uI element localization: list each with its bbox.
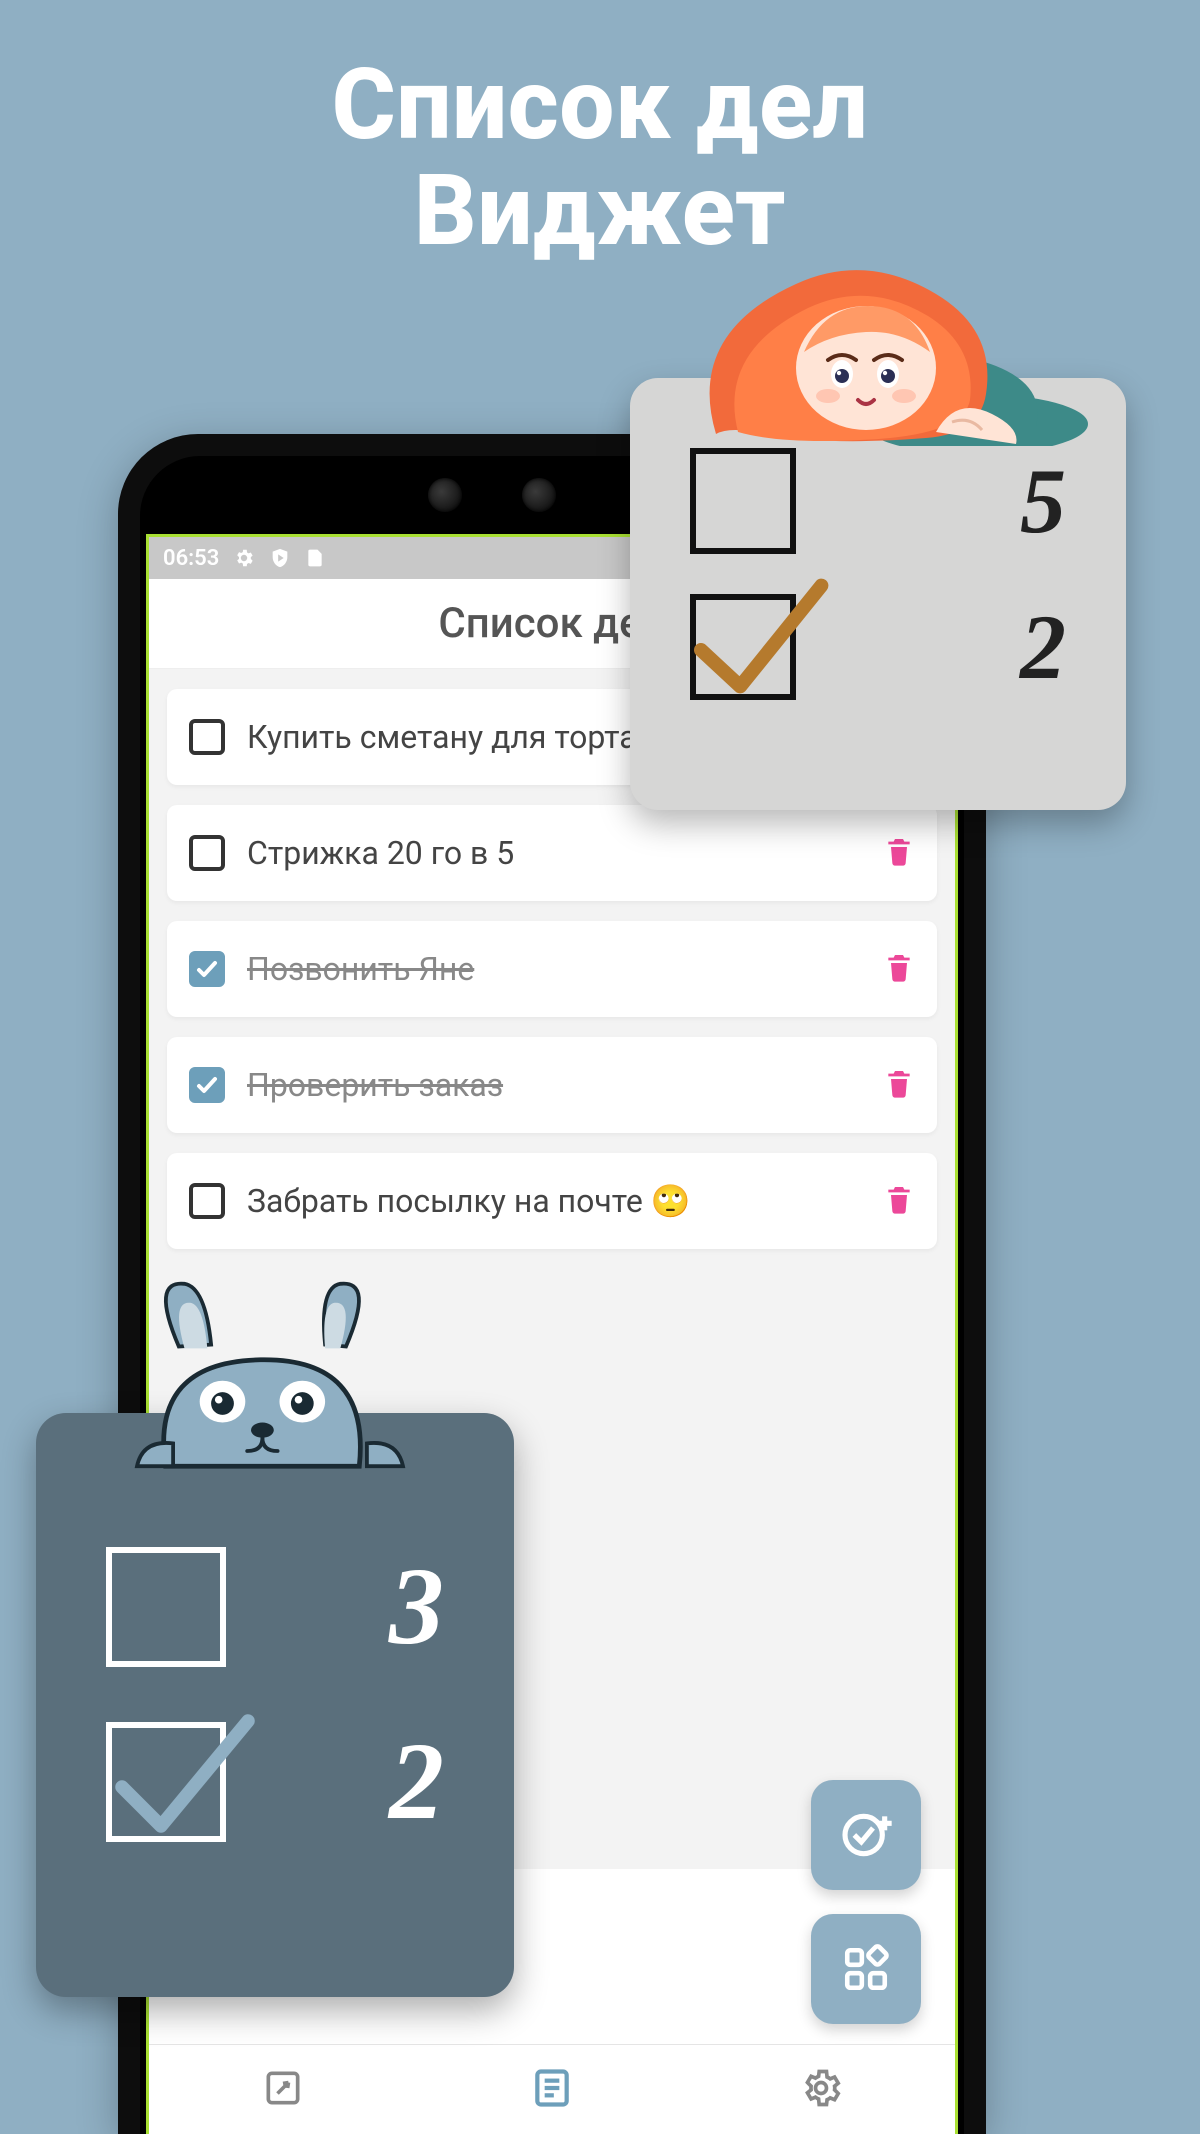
task-row[interactable]: Забрать посылку на почте 🙄 [167,1153,937,1249]
hero-title: Список дел Виджет [0,52,1200,264]
status-time: 06:53 [163,546,219,571]
bottom-nav [149,2044,955,2134]
checkbox-empty-icon [690,448,796,554]
gear-icon [233,547,255,569]
task-row[interactable]: Проверить заказ [167,1037,937,1133]
task-row[interactable]: Позвонить Яне [167,921,937,1017]
widget-dark-row-checked: 2 [106,1718,444,1845]
task-text: Проверить заказ [247,1066,861,1104]
task-text: Забрать посылку на почте 🙄 [247,1182,861,1220]
checkbox-checked-icon [106,1722,226,1842]
task-text: Позвонить Яне [247,950,861,988]
add-task-fab[interactable] [811,1780,921,1890]
task-text: Стрижка 20 го в 5 [247,834,861,872]
widget-light-row-checked: 2 [690,594,1066,700]
widget-light-unchecked-count: 5 [1020,448,1066,554]
nav-edit[interactable] [261,2066,305,2114]
shield-play-icon [269,547,291,569]
fab-column [811,1780,921,2024]
widget-dark-unchecked-count: 3 [389,1543,444,1670]
trash-icon[interactable] [883,1065,915,1105]
checkbox-empty-icon [106,1547,226,1667]
checkbox-unchecked-icon[interactable] [189,719,225,755]
trash-icon[interactable] [883,1181,915,1221]
nav-settings[interactable] [799,2066,843,2114]
checkbox-unchecked-icon[interactable] [189,1183,225,1219]
checkbox-checked-icon [690,594,796,700]
widget-dark-row-unchecked: 3 [106,1543,444,1670]
checkbox-checked-icon[interactable] [189,1067,225,1103]
widget-dark[interactable]: 3 2 [36,1413,514,1997]
nav-list[interactable] [530,2066,574,2114]
hero-title-line1: Список дел [0,52,1200,158]
trash-icon[interactable] [883,833,915,873]
widget-light-row-unchecked: 5 [690,448,1066,554]
widgets-fab[interactable] [811,1914,921,2024]
task-row[interactable]: Стрижка 20 го в 5 [167,805,937,901]
trash-icon[interactable] [883,949,915,989]
bunny-illustration [120,1280,420,1470]
widget-dark-checked-count: 2 [389,1718,444,1845]
hero-title-line2: Виджет [0,158,1200,264]
camera-lens-icon [522,478,556,512]
checkbox-unchecked-icon[interactable] [189,835,225,871]
camera-lens-icon [428,478,462,512]
checkbox-checked-icon[interactable] [189,951,225,987]
widget-light-checked-count: 2 [1020,594,1066,700]
girl-illustration [676,256,1096,446]
sim-card-icon [305,547,325,569]
